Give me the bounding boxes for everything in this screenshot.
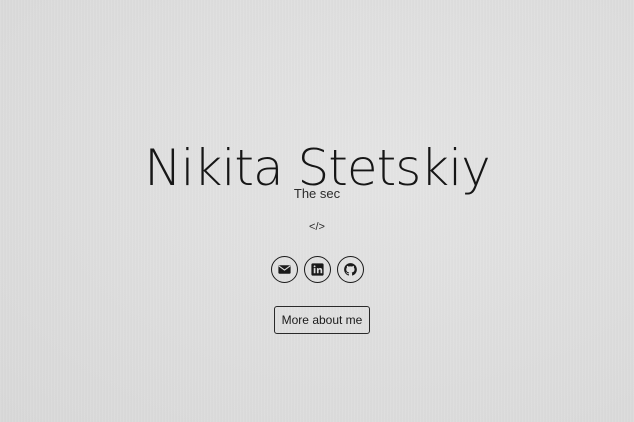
more-about-me-button[interactable]: More about me <box>274 306 370 334</box>
social-links <box>271 256 373 286</box>
mail-icon <box>277 262 292 277</box>
github-icon <box>343 262 358 277</box>
code-symbol: </> <box>309 221 325 233</box>
email-link[interactable] <box>271 256 298 283</box>
linkedin-icon <box>310 262 325 277</box>
linkedin-link[interactable] <box>304 256 331 283</box>
tagline-text: The sec <box>293 186 341 201</box>
hero-section: Nikita Stetskiy The sec </> More about m… <box>0 0 634 422</box>
github-link[interactable] <box>337 256 364 283</box>
